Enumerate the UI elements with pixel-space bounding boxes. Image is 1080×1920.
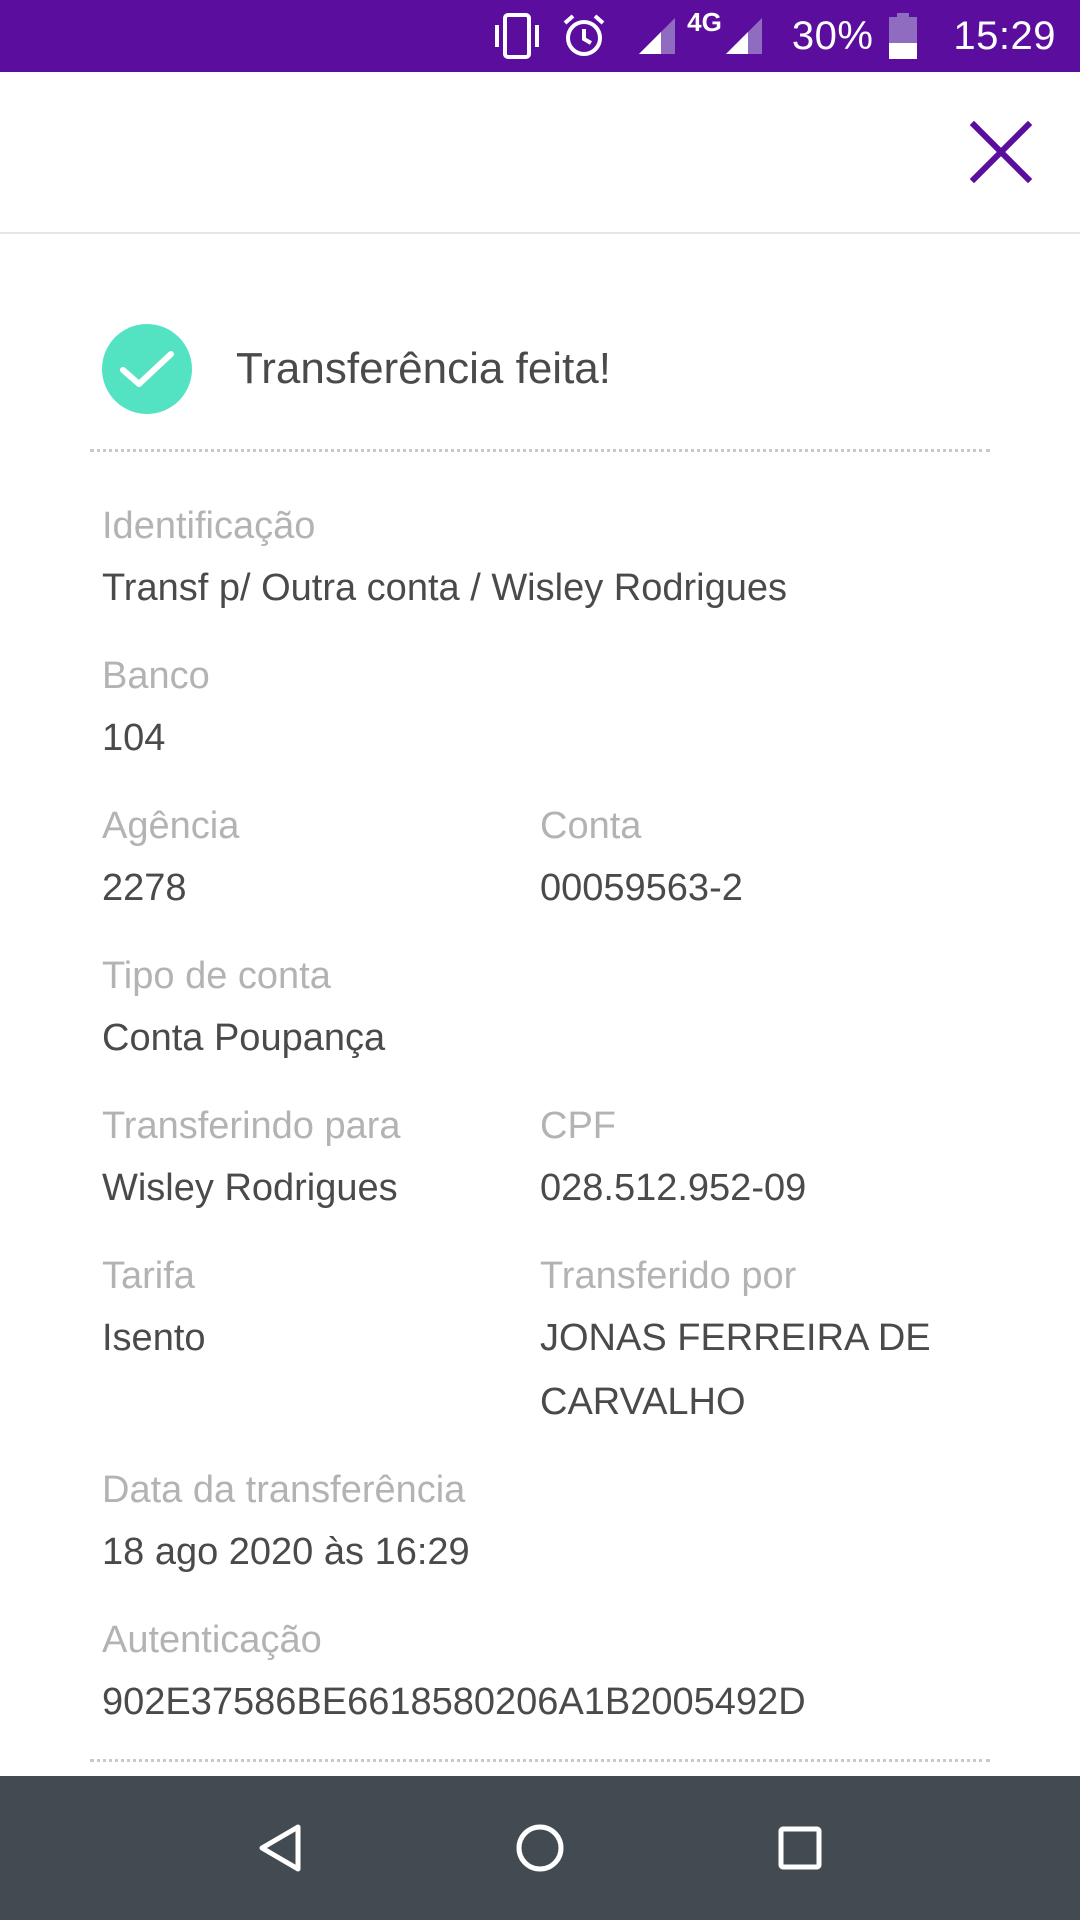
field-label: Agência: [102, 805, 240, 847]
field-data-transferencia: Data da transferência 18 ago 2020 às 16:…: [102, 1460, 1002, 1584]
clock: 15:29: [953, 13, 1056, 58]
field-value: Wisley Rodrigues: [102, 1167, 398, 1209]
battery-icon: [889, 13, 918, 59]
battery-percentage: 30%: [791, 13, 874, 58]
success-check-icon: [102, 324, 192, 414]
field-label: Autenticação: [102, 1619, 322, 1661]
field-label: CPF: [540, 1105, 616, 1147]
field-value: 2278: [102, 867, 187, 909]
field-identificacao: Identificação Transf p/ Outra conta / Wi…: [102, 496, 1002, 620]
status-bar: 4G 30% 15:29: [0, 0, 1080, 72]
close-icon: [970, 121, 1032, 183]
field-label: Identificação: [102, 505, 316, 547]
field-value: Conta Poupança: [102, 1017, 386, 1059]
home-button[interactable]: [500, 1808, 580, 1888]
field-label: Transferindo para: [102, 1105, 401, 1147]
field-transferindo-para: Transferindo para Wisley Rodrigues: [102, 1096, 522, 1220]
success-header: Transferência feita!: [102, 324, 611, 414]
back-button[interactable]: [240, 1808, 320, 1888]
field-value: 902E37586BE6618580206A1B2005492D: [102, 1681, 806, 1723]
field-conta: Conta 00059563-2: [540, 796, 1000, 920]
field-agencia: Agência 2278: [102, 796, 522, 920]
divider: [90, 1759, 990, 1762]
field-cpf: CPF 028.512.952-09: [540, 1096, 1000, 1220]
network-type: 4G: [687, 7, 764, 56]
divider: [90, 449, 990, 452]
recents-button[interactable]: [760, 1808, 840, 1888]
field-value: 18 ago 2020 às 16:29: [102, 1531, 470, 1573]
recents-icon: [778, 1826, 822, 1870]
field-label: Data da transferência: [102, 1469, 466, 1511]
top-app-bar: [0, 72, 1080, 234]
field-value-line1: JONAS FERREIRA DE: [540, 1317, 931, 1359]
field-label: Tarifa: [102, 1255, 195, 1297]
home-icon: [516, 1824, 564, 1872]
signal-icon: [637, 16, 677, 56]
success-title: Transferência feita!: [236, 344, 611, 393]
field-value: 104: [102, 717, 166, 759]
field-tipo-conta: Tipo de conta Conta Poupança: [102, 946, 1002, 1070]
field-autenticacao: Autenticação 902E37586BE6618580206A1B200…: [102, 1610, 1002, 1734]
field-tarifa: Tarifa Isento: [102, 1246, 522, 1370]
field-value: Isento: [102, 1317, 206, 1359]
field-label: Banco: [102, 655, 210, 697]
network-label: 4G: [687, 6, 722, 37]
system-nav-bar: [0, 1776, 1080, 1920]
field-value-line2: CARVALHO: [540, 1381, 746, 1423]
close-button[interactable]: [966, 117, 1036, 187]
field-label: Conta: [540, 805, 642, 847]
back-icon: [259, 1824, 301, 1872]
field-value: Transf p/ Outra conta / Wisley Rodrigues: [102, 567, 787, 609]
field-label: Transferido por: [540, 1255, 797, 1297]
vibrate-icon: [491, 13, 543, 59]
field-value: 028.512.952-09: [540, 1167, 807, 1209]
field-label: Tipo de conta: [102, 955, 331, 997]
field-transferido-por: Transferido por JONAS FERREIRA DE CARVAL…: [540, 1246, 1000, 1434]
receipt-content[interactable]: Transferência feita! Identificação Trans…: [0, 234, 1080, 1776]
signal-icon: [725, 18, 762, 54]
field-value: 00059563-2: [540, 867, 743, 909]
field-banco: Banco 104: [102, 646, 1002, 770]
alarm-icon: [561, 13, 607, 59]
